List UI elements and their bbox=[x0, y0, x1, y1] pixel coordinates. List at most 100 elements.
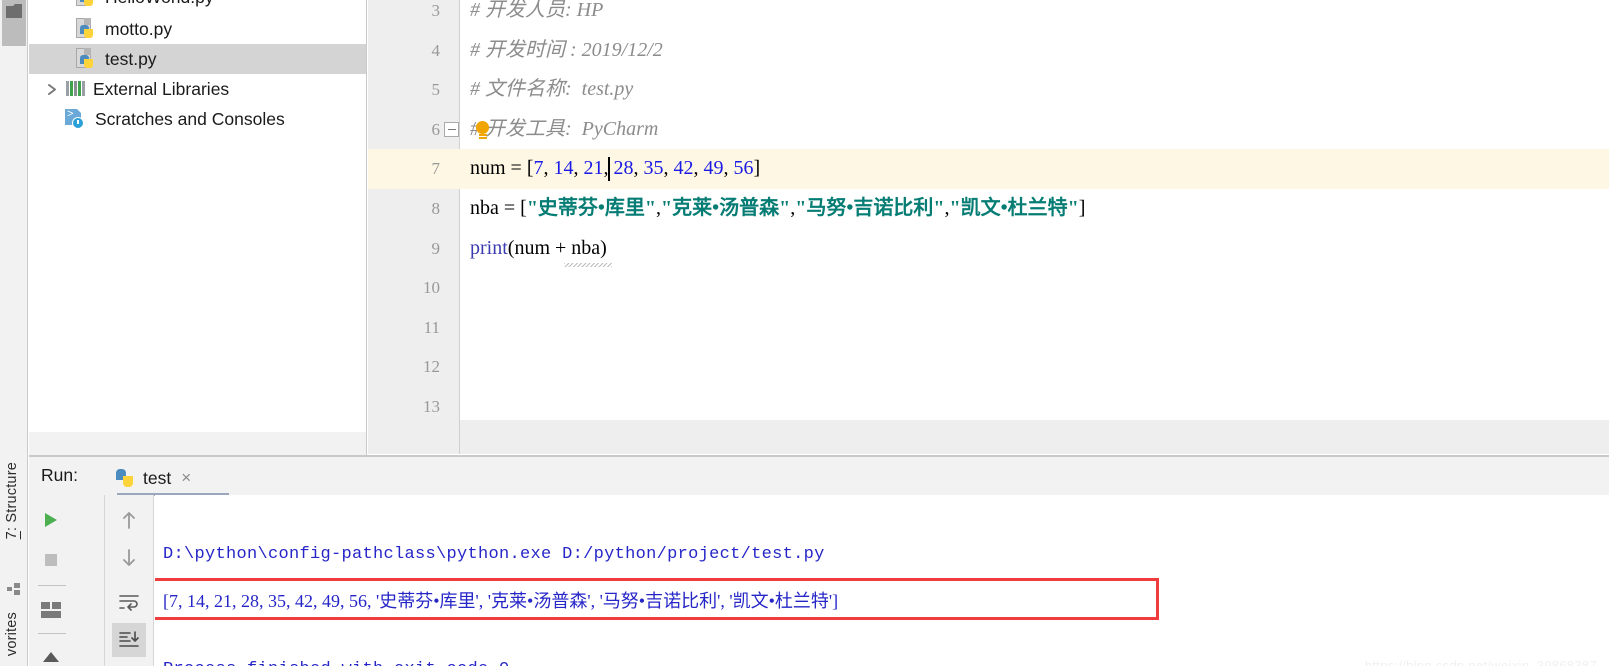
tree-item-label: Scratches and Consoles bbox=[95, 108, 285, 129]
tree-item-label: HelloWorld.py bbox=[105, 0, 214, 8]
code-token: "马努•吉诺比利" bbox=[795, 197, 945, 219]
structure-shortcut-number: 7 bbox=[4, 531, 20, 540]
line-number: 3 bbox=[431, 1, 441, 20]
editor-footer-strip bbox=[368, 420, 1609, 454]
code-token: 14 bbox=[553, 157, 574, 180]
line-number: 6 bbox=[431, 119, 441, 139]
tree-item-scratches[interactable]: Scratches and Consoles bbox=[29, 104, 366, 134]
arrow-down-icon bbox=[123, 549, 135, 566]
left-tool-strip: 7: Structure vorites bbox=[0, 0, 28, 666]
code-token: print bbox=[470, 236, 508, 259]
code-token: 49 bbox=[703, 157, 724, 180]
code-token: "克莱•汤普森" bbox=[661, 197, 791, 219]
tree-item-motto[interactable]: motto.py bbox=[29, 14, 366, 44]
code-token: 28 bbox=[613, 157, 634, 180]
project-tool-icon[interactable] bbox=[2, 0, 26, 46]
line-content: num = [7, 14, 21, 28, 35, 42, 49, 56] bbox=[470, 149, 760, 189]
play-icon bbox=[45, 513, 57, 527]
code-token: 42 bbox=[673, 157, 694, 180]
run-console[interactable]: D:\python\config-pathclass\python.exe D:… bbox=[155, 495, 1609, 666]
code-token: (num + nba) bbox=[507, 236, 607, 259]
text-caret bbox=[608, 157, 610, 182]
tree-item-label: test.py bbox=[105, 48, 157, 69]
chevron-right-icon[interactable] bbox=[41, 74, 63, 104]
code-token: , bbox=[723, 157, 734, 180]
console-output-line: [7, 14, 21, 28, 35, 42, 49, 56, '史蒂芬•库里'… bbox=[163, 591, 839, 611]
toolbar-divider bbox=[38, 633, 66, 634]
toolbar-divider bbox=[38, 585, 66, 586]
code-token: 21 bbox=[583, 157, 604, 180]
library-icon bbox=[63, 76, 87, 102]
editor-line[interactable]: 10 bbox=[368, 268, 1609, 308]
code-fold-marker[interactable] bbox=[444, 121, 459, 137]
tree-item-test[interactable]: test.py bbox=[29, 44, 366, 74]
tree-item-helloworld[interactable]: HelloWorld.py bbox=[29, 0, 366, 12]
rerun-button[interactable] bbox=[34, 503, 68, 537]
code-token: , bbox=[633, 157, 644, 180]
editor-line[interactable]: 3 # 开发人员: HP bbox=[368, 0, 1609, 31]
code-token: [ bbox=[526, 157, 534, 180]
editor-line[interactable]: 8 nba = ["史蒂芬•库里","克莱•汤普森","马努•吉诺比利","凯文… bbox=[368, 189, 1609, 229]
line-number: 13 bbox=[423, 397, 440, 416]
arrow-up-icon bbox=[123, 512, 135, 529]
structure-tool-button[interactable]: 7: Structure bbox=[4, 462, 20, 539]
code-token: 56 bbox=[733, 157, 754, 180]
line-number: 5 bbox=[431, 80, 441, 100]
run-toolbar-left bbox=[29, 495, 105, 666]
line-number: 12 bbox=[423, 357, 440, 377]
up-button[interactable] bbox=[112, 503, 146, 537]
inspection-squiggle bbox=[564, 262, 612, 267]
python-file-icon bbox=[73, 16, 99, 42]
run-toolbar-overflow-icon[interactable] bbox=[36, 650, 58, 666]
line-content: # 开发人员: HP bbox=[470, 0, 604, 21]
soft-wrap-icon bbox=[119, 595, 139, 611]
stop-button[interactable] bbox=[34, 543, 68, 577]
structure-icon bbox=[7, 583, 21, 595]
code-token: ] bbox=[1078, 197, 1086, 219]
editor-line[interactable]: 13 bbox=[368, 387, 1609, 420]
code-token: [ bbox=[520, 197, 527, 219]
run-tab-test[interactable]: test × bbox=[109, 461, 197, 495]
code-token: nba = bbox=[470, 197, 521, 219]
watermark-text: https://blog.csdn.net/weixin_39868387 bbox=[1364, 658, 1597, 666]
line-content: # 开发工具: PyCharm bbox=[470, 117, 659, 140]
tree-item-external-libraries[interactable]: External Libraries bbox=[29, 74, 366, 104]
code-token: , bbox=[693, 157, 704, 180]
code-token: num = bbox=[470, 157, 527, 180]
python-icon bbox=[115, 468, 135, 488]
scroll-to-end-icon bbox=[119, 631, 139, 647]
python-file-icon bbox=[73, 0, 99, 10]
editor-line[interactable]: 6 # 开发工具: PyCharm bbox=[368, 110, 1609, 150]
line-number: 7 bbox=[431, 159, 441, 179]
soft-wrap-button[interactable] bbox=[112, 585, 146, 619]
line-number: 10 bbox=[423, 278, 440, 298]
line-number: 8 bbox=[431, 199, 441, 218]
editor-line[interactable]: 12 bbox=[368, 347, 1609, 387]
code-token: , bbox=[663, 157, 674, 180]
editor-line[interactable]: 9 print(num + nba) bbox=[368, 229, 1609, 269]
editor-line[interactable]: 11 bbox=[368, 308, 1609, 348]
line-number: 11 bbox=[423, 317, 440, 337]
layout-button[interactable] bbox=[34, 593, 68, 627]
favorites-tool-button[interactable]: vorites bbox=[4, 612, 20, 656]
folder-icon bbox=[6, 4, 22, 18]
code-token: 35 bbox=[643, 157, 664, 180]
close-icon[interactable]: × bbox=[181, 468, 191, 488]
scroll-to-end-button[interactable] bbox=[112, 623, 146, 657]
tree-item-label: External Libraries bbox=[93, 78, 230, 99]
code-token: "凯文•杜兰特" bbox=[949, 197, 1079, 219]
editor-line[interactable]: 5 # 文件名称: test.py bbox=[368, 70, 1609, 110]
intention-bulb-icon[interactable] bbox=[475, 120, 490, 139]
code-token: , bbox=[543, 157, 554, 180]
code-editor[interactable]: 3 # 开发人员: HP 4 # 开发时间 : 2019/12/2 5 # 文件… bbox=[368, 0, 1609, 420]
run-toolbar-right bbox=[105, 495, 154, 666]
pycharm-window: 7: Structure vorites HelloWorld.py motto… bbox=[0, 0, 1609, 666]
editor-line[interactable]: 4 # 开发时间 : 2019/12/2 bbox=[368, 31, 1609, 71]
structure-tool-label: : Structure bbox=[4, 462, 20, 532]
project-tree-panel: HelloWorld.py motto.py test.py bbox=[29, 0, 367, 455]
code-token: "史蒂芬•库里" bbox=[526, 197, 657, 219]
tree-item-label: motto.py bbox=[105, 18, 173, 39]
editor-line-current[interactable]: 7 num = [7, 14, 21, 28, 35, 42, 49, 56] bbox=[368, 149, 1609, 189]
run-tool-window: Run: test × D:\python\config-pathclass\p… bbox=[29, 457, 1609, 666]
down-button[interactable] bbox=[112, 541, 146, 575]
